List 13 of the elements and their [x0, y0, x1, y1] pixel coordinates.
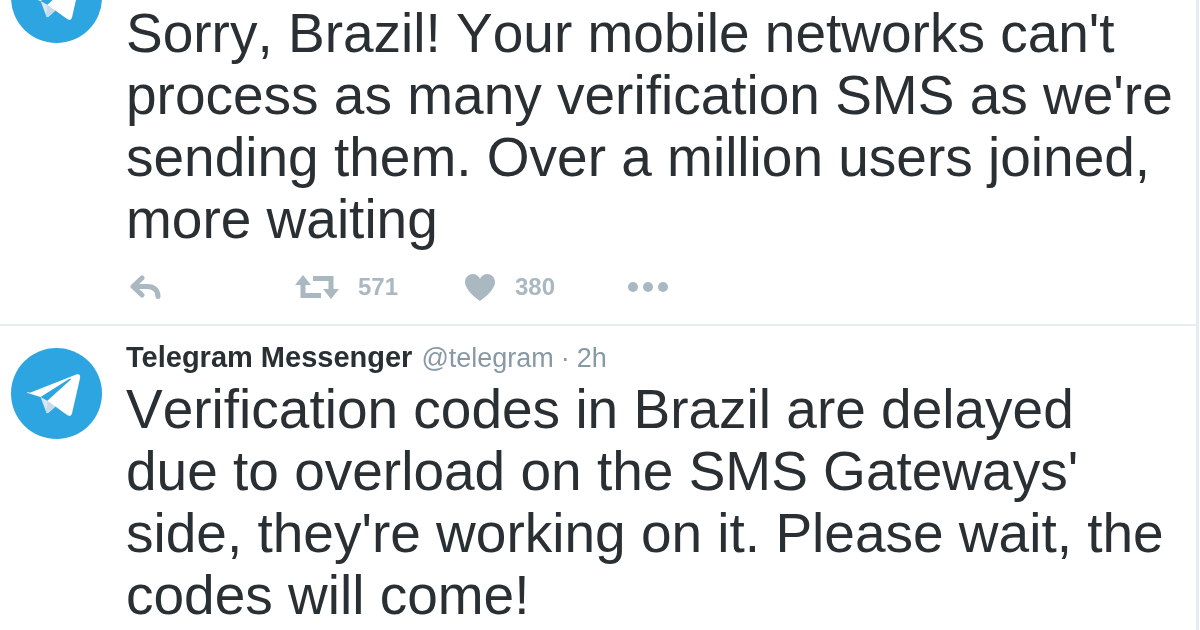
paper-plane-icon[interactable]: [11, 348, 102, 439]
meta-separator: ·: [560, 343, 570, 373]
heart-icon: [465, 273, 495, 301]
reply-icon[interactable]: [130, 275, 162, 299]
tweet-text: Verification codes in Brazil are delayed due to overload on the SMS Gateways' side, they're working on it. Please wait, the codes will come!: [126, 378, 1165, 626]
like-button[interactable]: 380: [465, 272, 556, 302]
tweet-text: Sorry, Brazil! Your mobile networks can't process as many verification SMS as we're sending them. Over a million users joined, more waiting: [126, 2, 1174, 250]
author-handle[interactable]: @telegram: [421, 343, 554, 373]
retweet-icon: [295, 274, 339, 300]
author-name[interactable]: Telegram Messenger: [126, 341, 413, 373]
more-options-icon[interactable]: [628, 282, 668, 292]
timestamp[interactable]: 2h: [576, 343, 607, 373]
retweet-button[interactable]: 571: [295, 272, 399, 302]
